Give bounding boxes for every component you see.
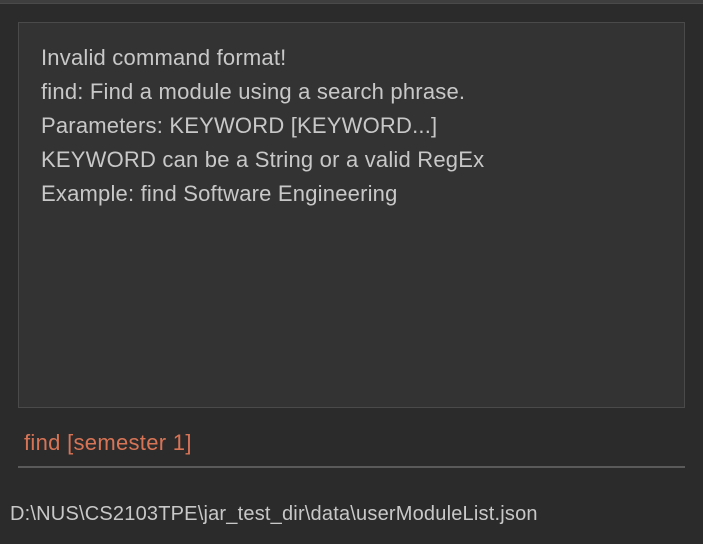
status-path: D:\NUS\CS2103TPE\jar_test_dir\data\userM… (10, 503, 538, 525)
output-line: KEYWORD can be a String or a valid RegEx (41, 143, 662, 177)
output-line: Invalid command format! (41, 41, 662, 75)
status-bar: D:\NUS\CS2103TPE\jar_test_dir\data\userM… (0, 491, 703, 544)
command-text: find [semester 1] (24, 430, 192, 455)
command-input[interactable]: find [semester 1] (18, 422, 685, 468)
output-line: Example: find Software Engineering (41, 177, 662, 211)
output-panel: Invalid command format! find: Find a mod… (18, 22, 685, 408)
top-border (0, 0, 703, 4)
output-line: find: Find a module using a search phras… (41, 75, 662, 109)
output-line: Parameters: KEYWORD [KEYWORD...] (41, 109, 662, 143)
